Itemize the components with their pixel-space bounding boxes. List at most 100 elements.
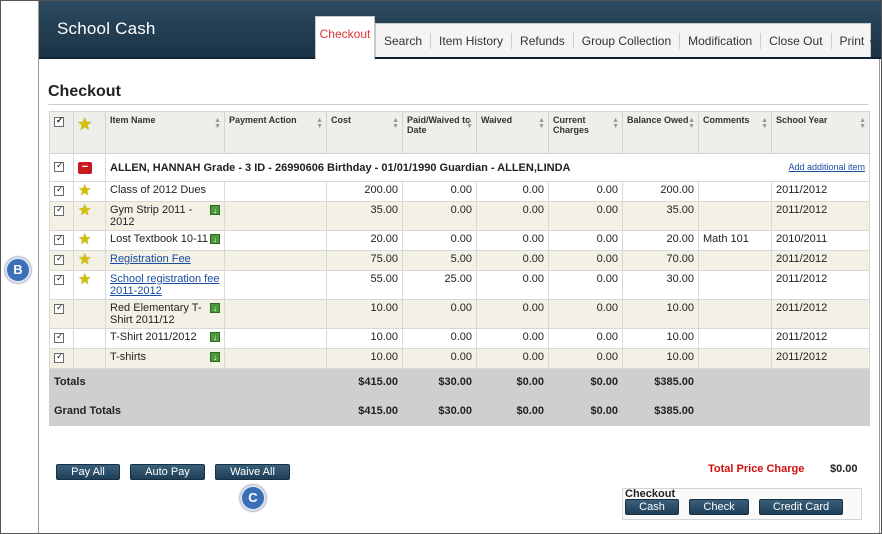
row-checkbox[interactable] bbox=[54, 273, 64, 285]
grand-totals-row: Grand Totals $415.00 $30.00 $0.00 $0.00 … bbox=[49, 395, 870, 426]
column-header-paid-waived[interactable]: Paid/Waived to Date ▲ ▼ bbox=[402, 111, 477, 154]
column-header-current-charges[interactable]: Current Charges ▲ ▼ bbox=[548, 111, 623, 154]
column-header-comments[interactable]: Comments ▲ ▼ bbox=[698, 111, 772, 154]
download-icon[interactable]: ↓ bbox=[210, 234, 220, 244]
column-header-label: Item Name bbox=[110, 115, 156, 125]
select-all-checkbox[interactable] bbox=[54, 115, 64, 127]
school-year-cell: 2011/2012 bbox=[771, 299, 870, 329]
star-icon[interactable]: ★ bbox=[78, 252, 91, 267]
nav-print-label: Print bbox=[839, 33, 865, 48]
row-checkbox[interactable] bbox=[54, 253, 64, 265]
row-select-cell[interactable] bbox=[49, 230, 74, 251]
payment-action-cell[interactable] bbox=[224, 250, 327, 271]
download-icon[interactable]: ↓ bbox=[210, 303, 220, 313]
item-name: Red Elementary T-Shirt 2011/12 bbox=[110, 302, 202, 326]
student-checkbox[interactable] bbox=[54, 160, 64, 172]
check-button[interactable]: Check bbox=[689, 499, 749, 515]
item-name-link[interactable]: School registration fee 2011-2012 bbox=[110, 273, 219, 297]
row-checkbox[interactable] bbox=[54, 302, 64, 314]
sort-icon: ▲ ▼ bbox=[466, 117, 473, 130]
table-row: ↓T-Shirt 2011/201210.000.000.000.0010.00… bbox=[49, 328, 870, 349]
column-header-cost[interactable]: Cost ▲ ▼ bbox=[326, 111, 403, 154]
row-select-cell[interactable] bbox=[49, 328, 74, 349]
comments-cell bbox=[698, 181, 772, 202]
star-icon[interactable]: ★ bbox=[78, 232, 91, 247]
grand-totals-empty bbox=[698, 395, 772, 426]
row-checkbox[interactable] bbox=[54, 184, 64, 196]
waived-cell: 0.00 bbox=[476, 270, 549, 300]
row-select-cell[interactable] bbox=[49, 181, 74, 202]
student-collapse-cell[interactable]: − bbox=[73, 153, 106, 182]
star-icon: ★ bbox=[78, 116, 92, 133]
row-checkbox[interactable] bbox=[54, 204, 64, 216]
payment-action-cell[interactable] bbox=[224, 230, 327, 251]
header-select-all[interactable] bbox=[49, 111, 74, 154]
table-row: ★School registration fee 2011-201255.002… bbox=[49, 270, 870, 300]
balance-cell: 10.00 bbox=[622, 328, 699, 349]
totals-row: Totals $415.00 $30.00 $0.00 $0.00 $385.0… bbox=[49, 368, 870, 396]
payment-action-cell[interactable] bbox=[224, 328, 327, 349]
row-checkbox[interactable] bbox=[54, 331, 64, 343]
star-icon[interactable]: ★ bbox=[78, 183, 91, 198]
nav-modification[interactable]: Modification bbox=[680, 32, 762, 49]
auto-pay-button[interactable]: Auto Pay bbox=[130, 464, 205, 480]
payment-action-cell[interactable] bbox=[224, 299, 327, 329]
waived-cell: 0.00 bbox=[476, 328, 549, 349]
comments-cell bbox=[698, 201, 772, 231]
waived-cell: 0.00 bbox=[476, 348, 549, 369]
item-name-cell: ↓ Red Elementary T-Shirt 2011/12 bbox=[105, 299, 225, 329]
balance-cell: 10.00 bbox=[622, 299, 699, 329]
add-additional-item-link[interactable]: Add additional item bbox=[788, 162, 865, 172]
paid-cell: 0.00 bbox=[402, 181, 477, 202]
current-charges-cell: 0.00 bbox=[548, 348, 623, 369]
app-title: School Cash bbox=[57, 19, 156, 38]
cost-cell: 35.00 bbox=[326, 201, 403, 231]
star-icon[interactable]: ★ bbox=[78, 203, 91, 218]
row-select-cell[interactable] bbox=[49, 201, 74, 231]
cost-cell: 10.00 bbox=[326, 348, 403, 369]
collapse-icon[interactable]: − bbox=[78, 162, 92, 174]
balance-cell: 20.00 bbox=[622, 230, 699, 251]
nav-item-history[interactable]: Item History bbox=[431, 32, 513, 49]
tab-checkout[interactable]: Checkout bbox=[315, 16, 375, 60]
current-charges-cell: 0.00 bbox=[548, 328, 623, 349]
pay-all-button[interactable]: Pay All bbox=[56, 464, 120, 480]
row-select-cell[interactable] bbox=[49, 270, 74, 300]
column-header-label: School Year bbox=[776, 115, 828, 125]
comments-cell bbox=[698, 328, 772, 349]
nav-search[interactable]: Search bbox=[376, 32, 432, 49]
school-year-cell: 2010/2011 bbox=[771, 230, 870, 251]
credit-card-button[interactable]: Credit Card bbox=[759, 499, 843, 515]
payment-action-cell[interactable] bbox=[224, 270, 327, 300]
column-header-label: Balance Owed bbox=[627, 115, 689, 125]
payment-action-cell[interactable] bbox=[224, 181, 327, 202]
waive-all-button[interactable]: Waive All bbox=[215, 464, 290, 480]
item-name-link[interactable]: Registration Fee bbox=[110, 253, 191, 265]
nav-print[interactable]: Print ▼ bbox=[832, 33, 882, 49]
nav-close-out[interactable]: Close Out bbox=[761, 32, 832, 49]
download-icon[interactable]: ↓ bbox=[210, 205, 220, 215]
payment-action-cell[interactable] bbox=[224, 201, 327, 231]
row-checkbox[interactable] bbox=[54, 233, 64, 245]
row-select-cell[interactable] bbox=[49, 299, 74, 329]
table-row: ★Registration Fee75.005.000.000.0070.002… bbox=[49, 250, 870, 271]
row-checkbox[interactable] bbox=[54, 351, 64, 363]
download-icon[interactable]: ↓ bbox=[210, 332, 220, 342]
student-select-cell[interactable] bbox=[49, 153, 74, 182]
payment-action-cell[interactable] bbox=[224, 348, 327, 369]
row-favorite-cell bbox=[73, 328, 106, 349]
column-header-payment-action[interactable]: Payment Action ▲ ▼ bbox=[224, 111, 327, 154]
column-header-balance-owed[interactable]: Balance Owed ▲ ▼ bbox=[622, 111, 699, 154]
column-header-school-year[interactable]: School Year ▲ ▼ bbox=[771, 111, 870, 154]
balance-cell: 10.00 bbox=[622, 348, 699, 369]
column-header-item-name[interactable]: Item Name ▲ ▼ bbox=[105, 111, 225, 154]
nav-refunds[interactable]: Refunds bbox=[512, 32, 574, 49]
row-select-cell[interactable] bbox=[49, 250, 74, 271]
download-icon[interactable]: ↓ bbox=[210, 352, 220, 362]
star-icon[interactable]: ★ bbox=[78, 272, 91, 287]
column-header-waived[interactable]: Waived ▲ ▼ bbox=[476, 111, 549, 154]
nav-group-collection[interactable]: Group Collection bbox=[574, 32, 681, 49]
totals-current: $0.00 bbox=[548, 368, 623, 396]
cash-button[interactable]: Cash bbox=[625, 499, 679, 515]
row-select-cell[interactable] bbox=[49, 348, 74, 369]
